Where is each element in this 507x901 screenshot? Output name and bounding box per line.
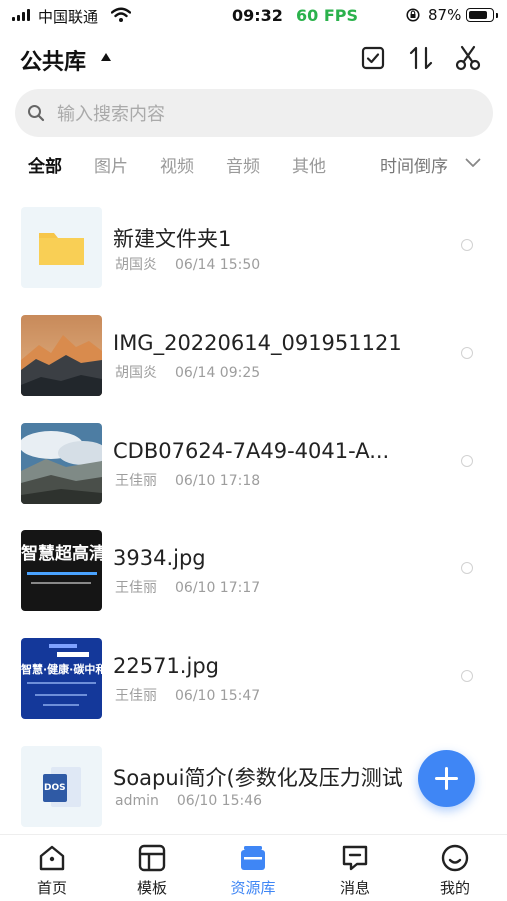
filter-tab-all[interactable]: 全部: [28, 152, 62, 177]
file-meta: 王佳丽 06/10 17:18: [115, 470, 260, 490]
file-name: 3934.jpg: [113, 546, 206, 570]
file-owner: 王佳丽: [115, 580, 157, 596]
signal-icon: [12, 9, 32, 21]
file-name: Soapui简介(参数化及压力测试: [113, 766, 403, 790]
filter-tab-audio[interactable]: 音频: [226, 152, 260, 177]
nav-label: 模板: [136, 879, 167, 897]
mountain-sunset-photo: [21, 315, 102, 396]
file-name: 新建文件夹1: [113, 227, 232, 251]
library-icon: [241, 846, 265, 870]
doc-file-label: DOS: [44, 783, 66, 793]
forum-poster-text: 智慧·健康·碳中和: [21, 663, 102, 676]
select-radio[interactable]: [461, 455, 473, 467]
forum-poster-image: 智慧·健康·碳中和: [21, 638, 102, 719]
nav-label: 资源库: [230, 879, 276, 897]
file-owner: 胡国炎: [115, 257, 157, 273]
header: 公共库: [0, 36, 507, 80]
nav-profile[interactable]: 我的: [415, 843, 495, 899]
select-radio[interactable]: [461, 562, 473, 574]
file-owner: 胡国炎: [115, 365, 157, 381]
sort-icon[interactable]: [408, 45, 434, 71]
status-bar: 中国联通 09:32 60 FPS 87%: [0, 0, 507, 32]
doc-file-icon: DOS: [21, 746, 102, 827]
file-item[interactable]: 智慧·健康·碳中和 22571.jpg 王佳丽 06/10 15:47: [0, 638, 507, 720]
file-meta: admin 06/10 15:46: [115, 793, 262, 809]
filter-tab-images[interactable]: 图片: [94, 152, 128, 177]
select-radio[interactable]: [461, 670, 473, 682]
nav-label: 我的: [439, 879, 470, 897]
plus-icon-bar: [435, 777, 458, 780]
nav-label: 首页: [36, 879, 67, 897]
file-item[interactable]: CDB07624-7A49-4041-A... 王佳丽 06/10 17:18: [0, 423, 507, 505]
nav-home[interactable]: 首页: [12, 843, 92, 899]
file-owner: 王佳丽: [115, 688, 157, 704]
fps-counter: 60 FPS: [296, 6, 359, 25]
file-name: IMG_20220614_091951121: [113, 331, 402, 355]
nav-messages[interactable]: 消息: [315, 843, 395, 899]
search-bar[interactable]: [15, 89, 493, 139]
bottom-nav: 首页 模板 资源库 消息 我的: [0, 834, 507, 901]
select-checkbox-icon[interactable]: [360, 45, 386, 71]
scissors-icon[interactable]: [455, 45, 481, 71]
page-title[interactable]: 公共库: [20, 44, 86, 76]
file-meta: 胡国炎 06/14 09:25: [115, 362, 260, 382]
file-meta: 胡国炎 06/14 15:50: [115, 254, 260, 274]
banner-image-text: 智慧超高清: [21, 544, 102, 564]
select-radio[interactable]: [461, 347, 473, 359]
file-name: CDB07624-7A49-4041-A...: [113, 439, 390, 463]
file-date: 06/14 09:25: [175, 365, 261, 381]
home-icon: [39, 845, 65, 871]
file-date: 06/10 15:47: [175, 688, 261, 704]
file-name: 22571.jpg: [113, 654, 219, 678]
file-date: 06/10 15:46: [176, 793, 263, 809]
search-input[interactable]: [55, 89, 479, 139]
file-owner: admin: [115, 793, 159, 809]
message-icon: [342, 845, 368, 871]
template-icon: [138, 844, 166, 872]
clock: 09:32: [232, 6, 283, 25]
file-item[interactable]: 智慧超高清 3934.jpg 王佳丽 06/10 17:17: [0, 530, 507, 612]
file-date: 06/10 17:17: [175, 580, 261, 596]
wifi-icon: [111, 7, 131, 22]
add-file-button[interactable]: [418, 750, 475, 807]
file-date: 06/10 17:18: [175, 473, 261, 489]
filter-bar: 全部 图片 视频 音频 其他 时间倒序: [0, 150, 507, 180]
caret-up-icon[interactable]: [101, 53, 111, 61]
file-item[interactable]: 新建文件夹1 胡国炎 06/14 15:50: [0, 207, 507, 289]
banner-image: 智慧超高清: [21, 530, 102, 611]
profile-icon: [441, 844, 469, 872]
file-meta: 王佳丽 06/10 17:17: [115, 577, 260, 597]
select-radio[interactable]: [461, 239, 473, 251]
chevron-down-icon[interactable]: [465, 158, 481, 168]
nav-templates[interactable]: 模板: [112, 843, 192, 899]
carrier-name: 中国联通: [38, 8, 99, 26]
nav-library[interactable]: 资源库: [213, 843, 293, 899]
rotation-lock-icon: [406, 8, 420, 22]
cloud-landscape-photo: [21, 423, 102, 504]
file-date: 06/14 15:50: [175, 257, 261, 273]
search-icon: [28, 105, 45, 122]
filter-tab-other[interactable]: 其他: [292, 152, 326, 177]
folder-icon: [21, 207, 102, 288]
file-item[interactable]: IMG_20220614_091951121 胡国炎 06/14 09:25: [0, 315, 507, 397]
nav-label: 消息: [339, 879, 370, 897]
file-meta: 王佳丽 06/10 15:47: [115, 685, 260, 705]
battery-icon: [466, 8, 498, 22]
sort-dropdown[interactable]: 时间倒序: [380, 152, 448, 177]
file-owner: 王佳丽: [115, 473, 157, 489]
battery-percent: 87%: [428, 6, 462, 24]
filter-tab-videos[interactable]: 视频: [160, 152, 194, 177]
